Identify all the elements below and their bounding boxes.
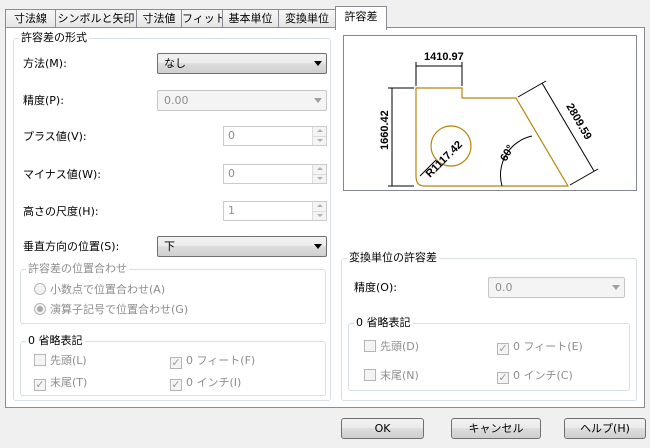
tab-tolerances[interactable]: 許容差	[335, 6, 387, 30]
chevron-down-icon	[612, 285, 620, 290]
radio-icon	[34, 283, 46, 295]
chevron-down-icon	[314, 98, 322, 103]
spin-up-icon[interactable]	[313, 165, 326, 174]
upper-value-input[interactable]: 0	[223, 126, 327, 146]
lower-value: 0	[228, 167, 235, 180]
vertical-position-value: 下	[164, 240, 175, 253]
feet-label: 0 フィート(F)	[186, 354, 256, 367]
spin-up-icon[interactable]	[313, 202, 326, 211]
preview-dim-radius: R1117.42	[424, 139, 465, 180]
checkmark-icon: ✓	[497, 342, 509, 355]
height-scale-input[interactable]: 1	[223, 201, 327, 221]
alt-trailing-checkbox[interactable]: 末尾(N)	[364, 369, 419, 383]
preview-dim-top: 1410.97	[424, 51, 464, 63]
checkbox-icon	[34, 354, 46, 366]
height-scale-label: 高さの尺度(H):	[23, 205, 99, 218]
alt-inches-checkbox[interactable]: ✓ 0 インチ(C)	[497, 369, 573, 384]
spin-down-icon[interactable]	[313, 211, 326, 220]
zero-suppression-group: 0 省略表記 先頭(L) ✓ 末尾(T) ✓ 0 フィート(F) ✓ 0 インチ(I)	[20, 334, 326, 396]
preview-dim-diag: 2809.59	[563, 102, 593, 142]
chevron-down-icon	[314, 244, 322, 249]
align-operator-radio[interactable]: 演算子記号で位置合わせ(G)	[34, 303, 188, 317]
alt-leading-checkbox[interactable]: 先頭(D)	[364, 340, 419, 354]
method-select[interactable]: なし	[157, 53, 327, 74]
alt-precision-label: 精度(O):	[354, 281, 397, 294]
checkbox-icon	[364, 340, 376, 352]
preview-dim-left: 1660.42	[379, 110, 391, 150]
tolerance-alignment-title: 許容差の位置合わせ	[26, 262, 129, 276]
alt-feet-checkbox[interactable]: ✓ 0 フィート(E)	[497, 340, 583, 355]
vertical-position-select[interactable]: 下	[157, 236, 327, 257]
height-scale-value: 1	[228, 204, 235, 217]
alt-precision-select[interactable]: 0.0	[488, 277, 625, 298]
radio-selected-icon	[34, 303, 46, 315]
precision-select[interactable]: 0.00	[157, 90, 327, 111]
chevron-down-icon	[314, 61, 322, 66]
tab-alternate-units[interactable]: 変換単位	[278, 9, 336, 29]
tolerance-alignment-group: 許容差の位置合わせ 小数点で位置合わせ(A) 演算子記号で位置合わせ(G)	[20, 262, 326, 324]
spin-down-icon[interactable]	[313, 136, 326, 145]
tab-dimension-lines[interactable]: 寸法線	[5, 9, 56, 29]
zero-suppression-title: 0 省略表記	[26, 334, 85, 348]
inches-label: 0 インチ(I)	[186, 376, 242, 389]
lower-value-input[interactable]: 0	[223, 164, 327, 184]
feet-checkbox[interactable]: ✓ 0 フィート(F)	[170, 354, 255, 369]
alt-zero-suppression-title: 0 省略表記	[354, 316, 413, 330]
preview-dimension-lines	[388, 62, 599, 187]
precision-label: 精度(P):	[23, 94, 64, 107]
inches-checkbox[interactable]: ✓ 0 インチ(I)	[170, 376, 241, 391]
tolerance-format-group: 許容差の形式 方法(M): なし 精度(P): 0.00 プラス値(V): 0 …	[13, 31, 331, 401]
help-button[interactable]: ヘルプ(H)	[564, 418, 646, 439]
precision-value: 0.00	[164, 94, 189, 107]
ok-button[interactable]: OK	[341, 418, 424, 439]
dimension-preview: 1410.97 1660.42 2809.59 R1117.42 60°	[343, 35, 637, 191]
align-operator-label: 演算子記号で位置合わせ(G)	[50, 303, 189, 316]
alt-trailing-label: 末尾(N)	[380, 369, 419, 382]
preview-dim-angle: 60°	[498, 143, 517, 163]
dimension-preview-drawing: 1410.97 1660.42 2809.59 R1117.42 60°	[379, 51, 599, 187]
alt-precision-value: 0.0	[495, 281, 513, 294]
leading-checkbox[interactable]: 先頭(L)	[34, 354, 87, 368]
alt-unit-tolerance-group: 変換単位の許容差 精度(O): 0.0 0 省略表記 先頭(D) 末尾(N) ✓…	[341, 251, 637, 401]
vertical-position-label: 垂直方向の位置(S):	[23, 240, 120, 253]
alt-unit-tolerance-title: 変換単位の許容差	[347, 251, 439, 265]
spin-up-icon[interactable]	[313, 127, 326, 136]
lower-value-label: マイナス値(W):	[23, 168, 101, 181]
tab-symbols-arrows[interactable]: シンボルと矢印	[55, 9, 137, 29]
alt-zero-suppression-group: 0 省略表記 先頭(D) 末尾(N) ✓ 0 フィート(E) ✓ 0 インチ(C)	[348, 316, 630, 391]
spin-down-icon[interactable]	[313, 174, 326, 183]
align-decimal-label: 小数点で位置合わせ(A)	[50, 283, 166, 296]
cancel-button[interactable]: キャンセル	[451, 418, 541, 439]
upper-value: 0	[228, 129, 235, 142]
tab-fit[interactable]: フィット	[181, 9, 223, 29]
trailing-label: 末尾(T)	[50, 376, 88, 389]
tolerance-format-title: 許容差の形式	[19, 31, 89, 45]
checkmark-icon: ✓	[170, 356, 182, 369]
checkmark-icon: ✓	[170, 378, 182, 391]
checkmark-icon: ✓	[497, 371, 509, 384]
alt-leading-label: 先頭(D)	[380, 340, 420, 353]
tab-primary-units[interactable]: 基本単位	[222, 9, 279, 29]
alt-feet-label: 0 フィート(E)	[513, 340, 583, 353]
trailing-checkbox[interactable]: ✓ 末尾(T)	[34, 376, 87, 391]
align-decimal-radio[interactable]: 小数点で位置合わせ(A)	[34, 283, 165, 297]
checkbox-icon	[364, 369, 376, 381]
tab-text[interactable]: 寸法値	[136, 9, 182, 29]
leading-label: 先頭(L)	[50, 354, 87, 367]
method-value: なし	[164, 57, 186, 70]
checkmark-icon: ✓	[34, 378, 46, 391]
tab-panel: 許容差の形式 方法(M): なし 精度(P): 0.00 プラス値(V): 0 …	[5, 27, 645, 408]
method-label: 方法(M):	[23, 57, 67, 70]
upper-value-label: プラス値(V):	[23, 130, 87, 143]
alt-inches-label: 0 インチ(C)	[513, 369, 573, 382]
